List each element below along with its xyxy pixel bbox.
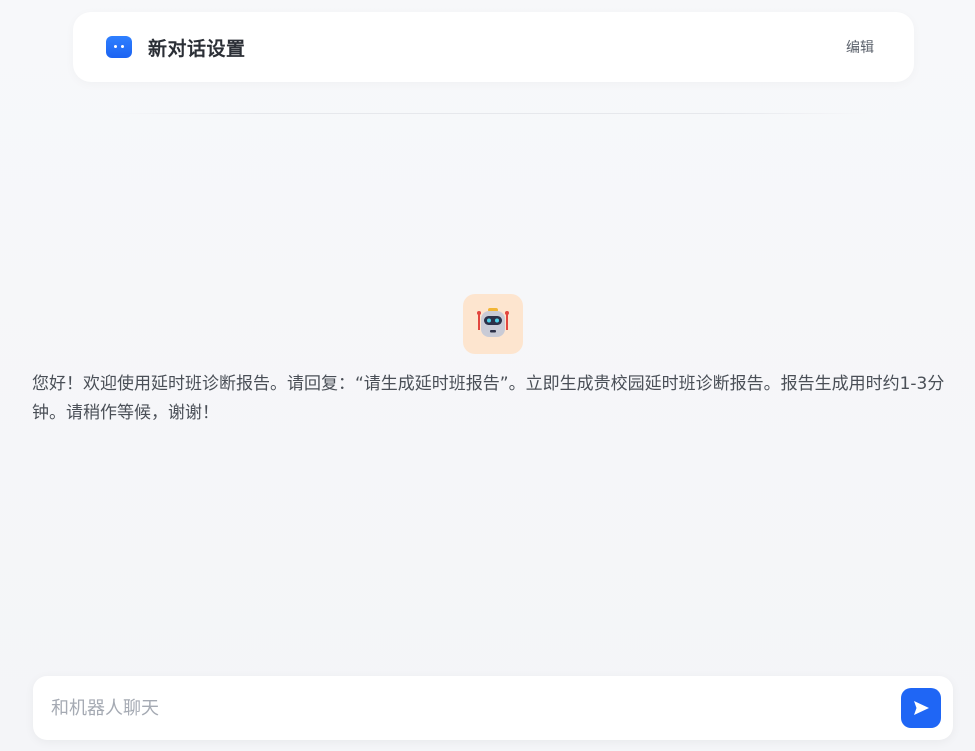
- bot-avatar: [463, 294, 523, 354]
- chat-input[interactable]: [49, 696, 901, 720]
- welcome-message: 您好！欢迎使用延时班诊断报告。请回复：“请生成延时班报告”。立即生成贵校园延时班…: [32, 374, 945, 423]
- page-title: 新对话设置: [148, 37, 246, 60]
- robot-icon: [477, 308, 509, 337]
- header-divider: [110, 113, 870, 114]
- edit-button[interactable]: 编辑: [846, 33, 874, 61]
- chat-composer: [33, 676, 953, 740]
- send-button[interactable]: [901, 688, 941, 728]
- chat-header: 新对话设置 编辑: [73, 12, 914, 82]
- send-icon: [914, 701, 929, 715]
- chat-bubble-icon: [106, 36, 132, 58]
